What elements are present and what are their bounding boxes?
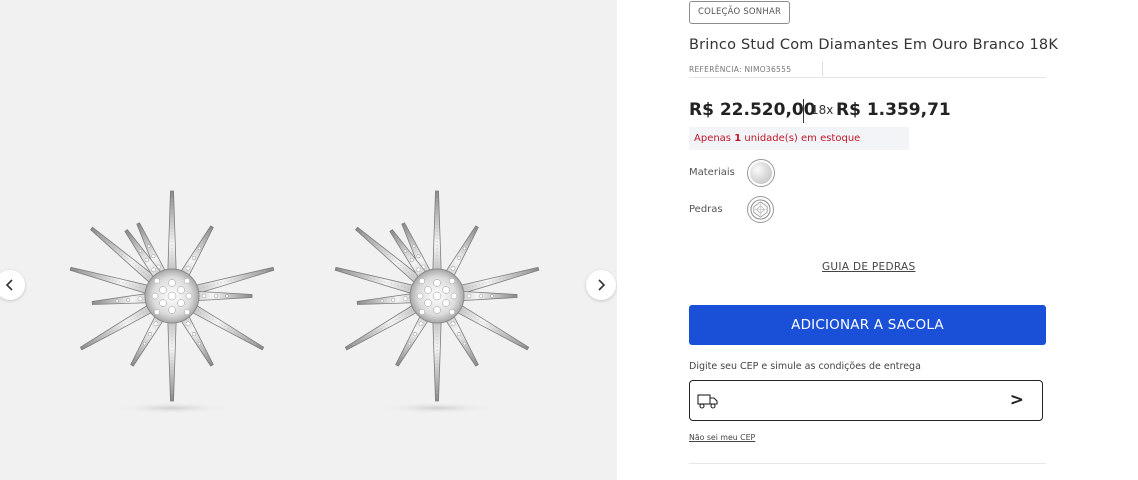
- truck-icon: [697, 394, 718, 409]
- product-price: R$ 22.520,00: [689, 100, 816, 120]
- price-divider: [803, 99, 804, 123]
- earring-right: [334, 191, 539, 414]
- stock-prefix: Apenas: [694, 133, 732, 144]
- add-to-bag-button[interactable]: ADICIONAR A SACOLA: [689, 305, 1046, 345]
- product-image-gallery: [0, 0, 617, 480]
- product-page: COLEÇÃO SONHAR Brinco Stud Com Diamantes…: [0, 0, 1138, 480]
- collection-badge[interactable]: COLEÇÃO SONHAR: [689, 1, 791, 24]
- earring-left: [69, 191, 274, 414]
- chevron-right-icon: [598, 279, 606, 291]
- cep-input[interactable]: [726, 389, 996, 413]
- chevron-left-icon: [5, 279, 13, 291]
- material-swatch-white-gold[interactable]: [747, 159, 775, 187]
- stock-suffix: unidade(s) em estoque: [744, 133, 861, 144]
- cep-label: Digite seu CEP e simule as condições de …: [689, 361, 921, 372]
- installments-count: 18x: [811, 103, 834, 117]
- cep-submit-button[interactable]: >: [1010, 390, 1024, 410]
- unknown-cep-link[interactable]: Não sei meu CEP: [689, 433, 755, 442]
- cep-field: >: [689, 380, 1043, 421]
- stone-swatch-diamond[interactable]: [747, 196, 774, 223]
- installment-value: R$ 1.359,71: [836, 100, 951, 120]
- product-image-earrings: [0, 0, 617, 480]
- product-reference: REFERÊNCIA: NIMO36555: [689, 65, 792, 74]
- product-title: Brinco Stud Com Diamantes Em Ouro Branco…: [689, 37, 1059, 53]
- product-info-panel: COLEÇÃO SONHAR Brinco Stud Com Diamantes…: [689, 0, 1059, 480]
- divider: [689, 77, 1046, 78]
- stones-label: Pedras: [689, 204, 723, 215]
- diamond-icon: [750, 199, 771, 220]
- divider: [689, 463, 1046, 464]
- stone-guide-link[interactable]: GUIA DE PEDRAS: [822, 261, 915, 273]
- reference-divider: [822, 62, 823, 76]
- gallery-next-button[interactable]: [586, 270, 616, 300]
- white-gold-icon: [750, 162, 772, 184]
- materials-label: Materiais: [689, 167, 735, 178]
- stock-qty: 1: [734, 133, 742, 144]
- stock-notice: Apenas 1 unidade(s) em estoque: [689, 127, 909, 150]
